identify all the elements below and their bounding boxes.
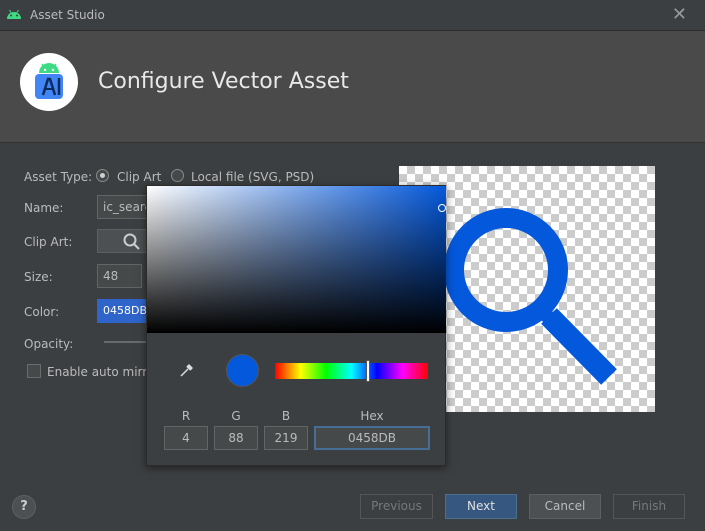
wizard-header: Configure Vector Asset [0,31,705,143]
hex-label: Hex [360,409,384,423]
saturation-value-handle[interactable] [438,204,446,212]
current-color-swatch [226,354,259,387]
hue-slider[interactable] [275,363,428,379]
title-bar: Asset Studio ✕ [0,0,705,31]
window-title: Asset Studio [30,8,105,22]
saturation-value-area[interactable] [147,186,446,333]
help-button[interactable]: ? [12,495,36,519]
b-label: B [281,409,291,423]
b-field[interactable]: 219 [264,426,308,450]
name-label: Name: [24,201,64,215]
search-icon [123,233,141,254]
pipette-icon[interactable] [179,362,195,381]
radio-local-file[interactable] [171,169,184,182]
color-field[interactable]: 0458DB [97,299,147,323]
hue-slider-handle[interactable] [366,360,370,382]
hex-field[interactable]: 0458DB [314,426,430,450]
next-button[interactable]: Next [445,494,517,519]
r-field[interactable]: 4 [164,426,208,450]
auto-mirror-checkbox[interactable] [27,364,41,378]
g-label: G [231,409,241,423]
size-label: Size: [24,270,53,284]
color-label: Color: [24,305,60,319]
r-label: R [181,409,191,423]
radio-clip-art-label[interactable]: Clip Art [117,170,161,184]
size-field[interactable]: 48 [97,264,142,288]
cancel-button[interactable]: Cancel [529,494,601,519]
clip-art-label: Clip Art: [24,235,73,249]
asset-type-label: Asset Type: [24,170,93,184]
android-icon [6,8,22,23]
radio-local-file-label[interactable]: Local file (SVG, PSD) [191,170,314,184]
opacity-label: Opacity: [24,337,74,351]
previous-button[interactable]: Previous [360,494,433,519]
radio-clip-art[interactable] [96,169,109,182]
android-studio-logo [20,53,78,111]
close-icon[interactable]: ✕ [672,4,687,25]
g-field[interactable]: 88 [214,426,258,450]
color-picker-popup: R G B Hex 4 88 219 0458DB [146,185,446,466]
page-title: Configure Vector Asset [98,69,349,94]
auto-mirror-label[interactable]: Enable auto mirror [47,365,147,379]
finish-button[interactable]: Finish [613,494,685,519]
opacity-slider[interactable] [104,341,148,343]
dialog-footer: ? Previous Next Cancel Finish [0,480,705,531]
